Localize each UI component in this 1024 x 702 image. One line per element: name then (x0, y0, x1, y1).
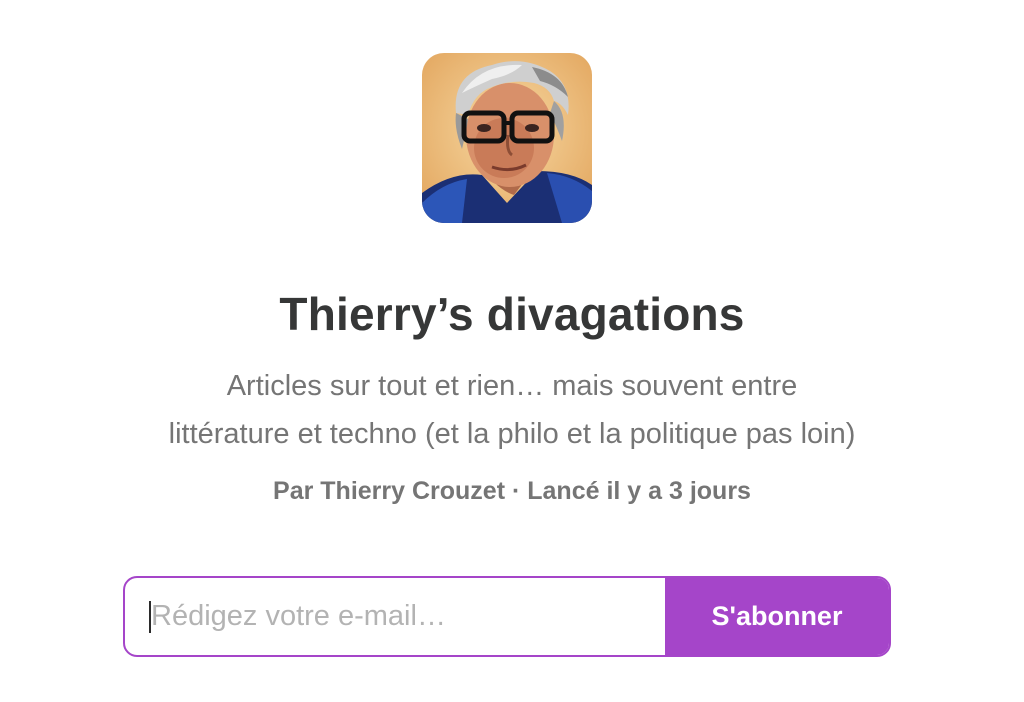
description-line-1: Articles sur tout et rien… mais souvent … (226, 370, 798, 402)
publication-meta: Par Thierry Crouzet · Lancé il y a 3 jou… (273, 477, 751, 505)
description-line-2: littérature et techno (et la philo et la… (168, 418, 856, 450)
subscribe-button[interactable]: S'abonner (665, 578, 889, 655)
email-field-wrapper (125, 578, 665, 655)
publication-landing: Thierry’s divagations Articles sur tout … (0, 0, 1024, 702)
author-avatar (422, 53, 592, 223)
email-input[interactable] (125, 578, 665, 655)
publication-title: Thierry’s divagations (279, 288, 745, 340)
publication-description: Articles sur tout et rien… mais souvent … (112, 362, 912, 458)
subscribe-form: S'abonner (123, 576, 891, 657)
text-caret (149, 601, 151, 633)
avatar-portrait-image (422, 53, 592, 223)
